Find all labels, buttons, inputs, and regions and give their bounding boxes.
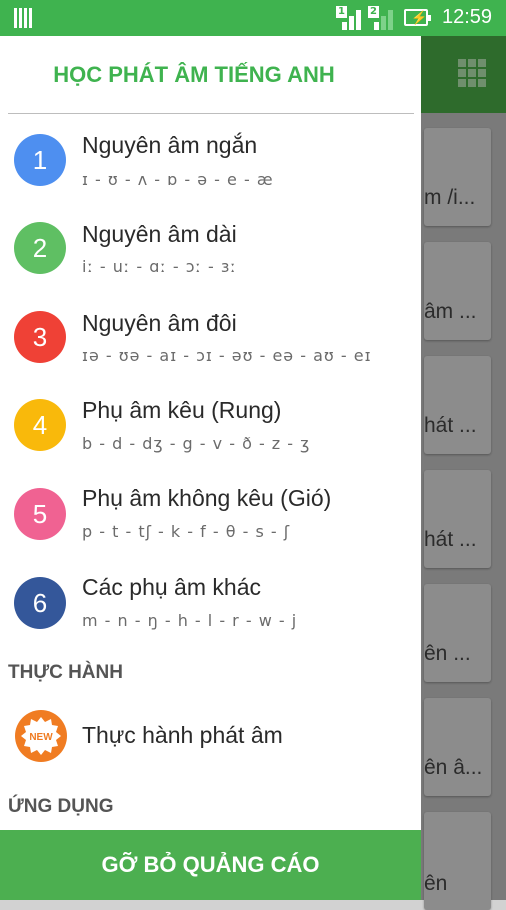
item-subtitle: iː - uː - ɑː - ɔː - ɜː xyxy=(82,257,237,276)
item-title: Các phụ âm khác xyxy=(82,574,261,600)
item-subtitle: m - n - ŋ - h - l - r - w - j xyxy=(82,611,298,630)
grid-menu-icon[interactable] xyxy=(458,59,486,87)
lesson-card[interactable]: ên â... xyxy=(424,698,491,796)
lesson-card[interactable]: ên xyxy=(424,812,491,910)
item-subtitle: p - t - tʃ - k - f - θ - s - ʃ xyxy=(82,522,291,541)
number-badge: 5 xyxy=(14,488,66,540)
menu-item-voiceless-consonants[interactable]: 5 Phụ âm không kêu (Gió) p - t - tʃ - k … xyxy=(0,472,421,558)
status-bar: 1 2 ⚡ 12:59 xyxy=(0,0,506,36)
item-subtitle: ɪ - ʊ - ʌ - ɒ - ə - e - æ xyxy=(82,170,274,189)
item-title: Thực hành phát âm xyxy=(82,722,283,748)
number-badge: 6 xyxy=(14,577,66,629)
number-badge: 2 xyxy=(14,222,66,274)
menu-item-other-consonants[interactable]: 6 Các phụ âm khác m - n - ŋ - h - l - r … xyxy=(0,561,421,647)
lesson-card[interactable]: âm ... xyxy=(424,242,491,340)
menu-item-diphthongs[interactable]: 3 Nguyên âm đôi ɪə - ʊə - aɪ - ɔɪ - əʊ -… xyxy=(0,294,421,380)
item-subtitle: ɪə - ʊə - aɪ - ɔɪ - əʊ - eə - aʊ - eɪ xyxy=(82,346,372,365)
navigation-drawer: HỌC PHÁT ÂM TIẾNG ANH 1 Nguyên âm ngắn ɪ… xyxy=(0,36,421,900)
number-badge: 3 xyxy=(14,311,66,363)
lesson-card[interactable]: hát ... xyxy=(424,356,491,454)
status-time: 12:59 xyxy=(442,6,493,28)
sim1-signal-icon: 1 xyxy=(336,6,362,30)
new-badge-icon: NEW xyxy=(15,710,67,762)
menu-item-short-vowels[interactable]: 1 Nguyên âm ngắn ɪ - ʊ - ʌ - ɒ - ə - e -… xyxy=(0,116,421,202)
remove-ads-button[interactable]: GỠ BỎ QUẢNG CÁO xyxy=(0,830,421,900)
lesson-card[interactable]: ên ... xyxy=(424,584,491,682)
item-title: Nguyên âm ngắn xyxy=(82,132,258,158)
menu-item-long-vowels[interactable]: 2 Nguyên âm dài iː - uː - ɑː - ɔː - ɜː xyxy=(0,205,421,291)
item-title: Nguyên âm dài xyxy=(82,221,237,247)
battery-charging-icon: ⚡ xyxy=(404,9,431,26)
sim2-signal-icon: 2 xyxy=(368,6,394,30)
new-badge-label: NEW xyxy=(29,732,53,743)
section-header-practice: THỰC HÀNH xyxy=(8,662,123,683)
menu-item-voiced-consonants[interactable]: 4 Phụ âm kêu (Rung) b - d - dʒ - g - v -… xyxy=(0,383,421,469)
divider xyxy=(8,113,414,114)
drawer-title: HỌC PHÁT ÂM TIẾNG ANH xyxy=(53,62,335,87)
item-title: Phụ âm không kêu (Gió) xyxy=(82,485,332,511)
sim1-label: 1 xyxy=(336,6,347,18)
item-title: Phụ âm kêu (Rung) xyxy=(82,397,282,423)
lesson-card[interactable]: hát ... xyxy=(424,470,491,568)
menu-item-practice[interactable]: NEW Thực hành phát âm xyxy=(0,696,421,776)
number-badge: 4 xyxy=(14,399,66,451)
item-subtitle: b - d - dʒ - g - v - ð - z - ʒ xyxy=(82,434,311,453)
lesson-card[interactable]: m /i... xyxy=(424,128,491,226)
number-badge: 1 xyxy=(14,134,66,186)
notification-icon xyxy=(14,8,34,28)
item-title: Nguyên âm đôi xyxy=(82,310,237,336)
section-header-apps: ỨNG DỤNG xyxy=(8,796,114,817)
sim2-label: 2 xyxy=(368,6,379,18)
